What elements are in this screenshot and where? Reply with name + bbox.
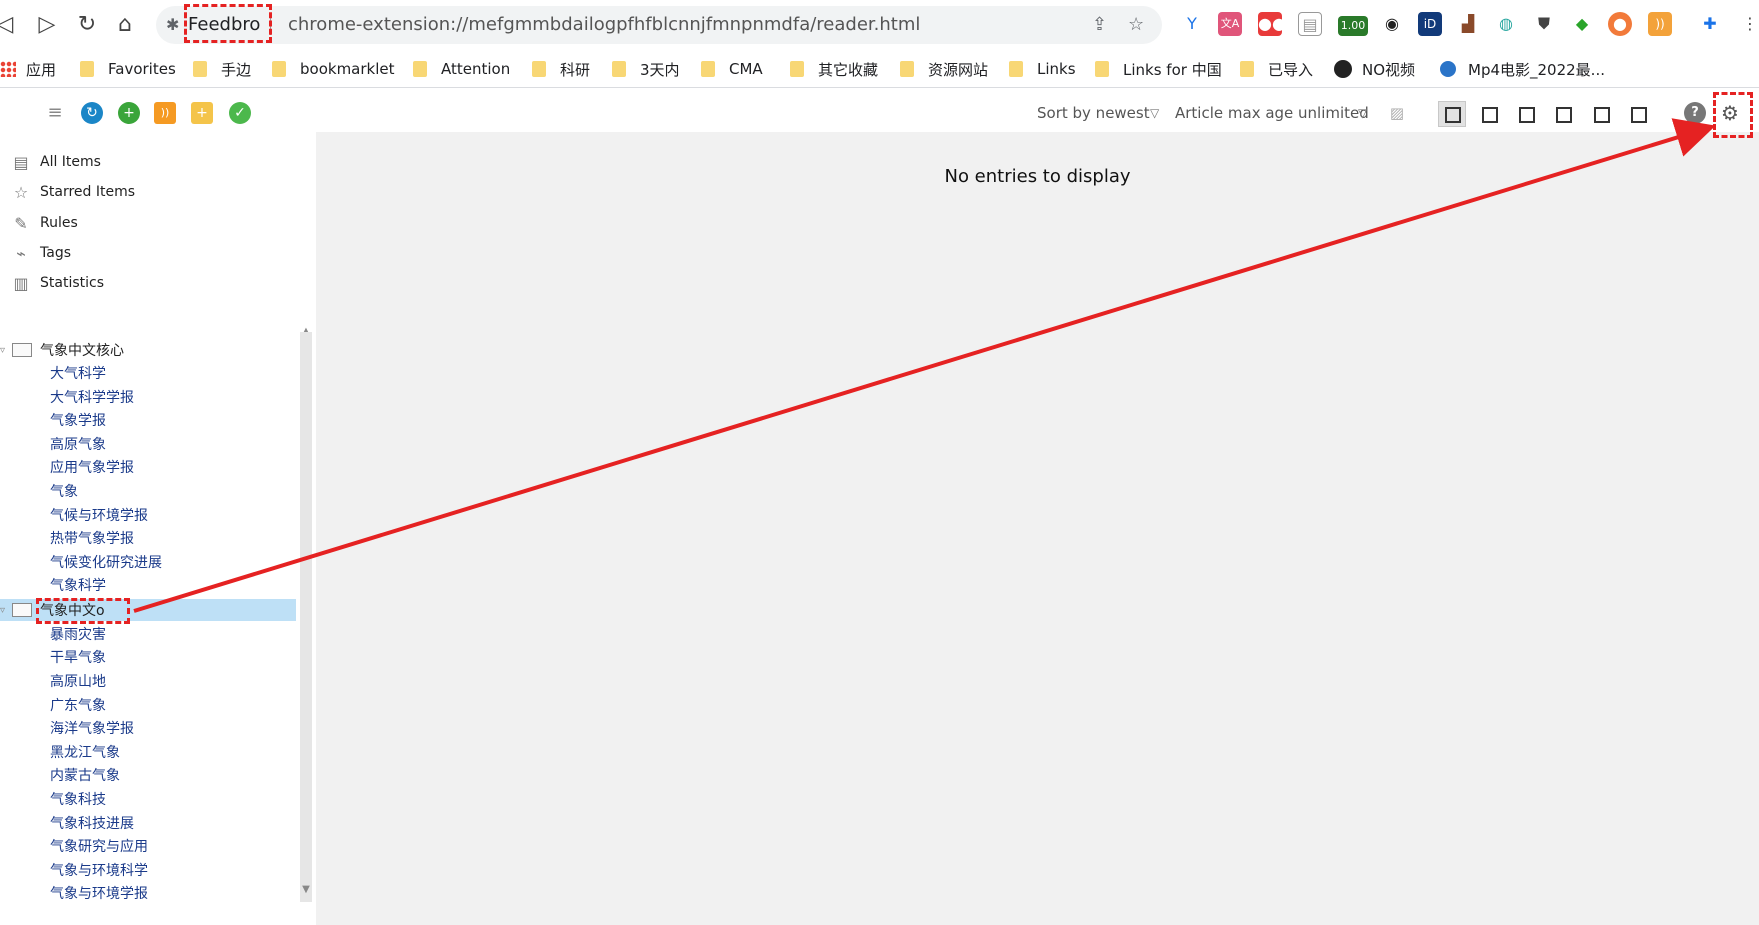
annotation-arrow [133,118,1716,613]
